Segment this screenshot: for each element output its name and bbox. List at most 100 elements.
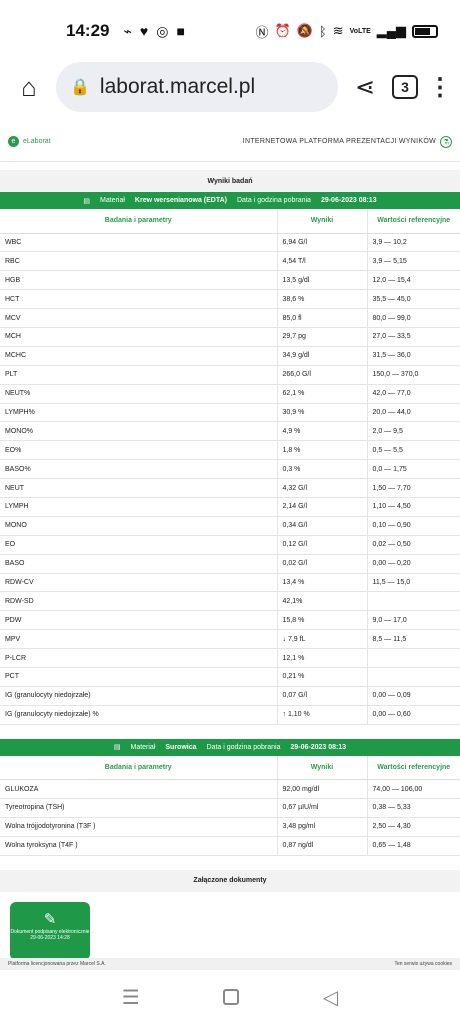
site-logo[interactable]: e eLaborat bbox=[8, 136, 128, 147]
cell-result: 6,94 G/l bbox=[276, 233, 367, 253]
cell-ref: 1,10 — 4,50 bbox=[366, 497, 460, 517]
cell-result: ↑ 1,10 % bbox=[276, 705, 367, 725]
cell-ref: 27,0 — 33,5 bbox=[366, 327, 460, 347]
site-tagline: INTERNETOWA PLATFORMA PREZENTACJI WYNIKÓ… bbox=[242, 138, 436, 145]
table-row: GLUKOZA 92,00 mg/dl 74,00 — 106,00 bbox=[0, 779, 460, 800]
cell-result: 0,87 ng/dl bbox=[276, 836, 367, 856]
date-label: Data i godzina pobrania bbox=[206, 743, 281, 751]
cell-param: MONO% bbox=[0, 421, 277, 442]
table-row: IG (granulocyty niedojrzałe) % ↑ 1,10 % 0,… bbox=[0, 705, 460, 725]
cell-ref: 3,9 — 10,2 bbox=[366, 233, 460, 253]
alarm-icon: ⏰ bbox=[274, 23, 291, 38]
bluetooth-icon: ᛒ bbox=[318, 23, 327, 39]
cell-ref: 9,0 — 17,0 bbox=[366, 610, 460, 631]
android-nav-bar: ☰ ◁ bbox=[0, 970, 460, 1024]
cell-ref: 1,50 — 7,70 bbox=[366, 478, 460, 498]
signed-document-card[interactable]: ✎ Dokument podpisany elektronicznie 29-0… bbox=[10, 901, 90, 960]
clock: 14:29 bbox=[66, 21, 110, 40]
table-row: NEUT% 62,1 % 42,0 — 77,0 bbox=[0, 384, 460, 404]
cell-param: MCHC bbox=[0, 346, 277, 366]
cell-ref: 31,5 — 36,0 bbox=[366, 346, 460, 366]
table-row: MCV 85,0 fl 80,0 — 99,0 bbox=[0, 308, 460, 328]
material-icon: ▤ bbox=[113, 744, 121, 752]
home-icon[interactable]: ⌂ bbox=[12, 70, 46, 104]
cell-result: 62,1 % bbox=[276, 384, 367, 404]
cell-result: 30,9 % bbox=[276, 403, 367, 423]
logo-icon: e bbox=[8, 136, 19, 147]
lock-icon[interactable]: 🔒 bbox=[70, 77, 90, 97]
status-bar: 14:29 ⌁ ♥ ◎ ■ Ⓝ ⏰ 🔕 ᛒ ≋ VoLTE ▂▄▆ bbox=[0, 0, 460, 62]
cell-result: 0,3 % bbox=[276, 459, 367, 480]
browser-toolbar: ⌂ 🔒 laborat.marcel.pl ⋖ 3 ⋮ bbox=[0, 62, 460, 112]
cell-ref bbox=[366, 591, 460, 612]
table-row: Wolna trójjodotyronina (T3F ) 3,48 pg/ml 2… bbox=[0, 817, 460, 837]
home-nav-icon[interactable] bbox=[223, 989, 240, 1005]
cell-param: PCT bbox=[0, 667, 277, 687]
cell-ref: 42,0 — 77,0 bbox=[366, 384, 460, 404]
table-row: HGB 13,5 g/dl 12,0 — 15,4 bbox=[0, 270, 460, 291]
back-icon[interactable]: ◁ bbox=[323, 985, 338, 1010]
cell-ref: 0,00 — 0,60 bbox=[366, 705, 460, 725]
cell-param: EO bbox=[0, 535, 277, 555]
table-row: IG (granulocyty niedojrzałe) 0,07 G/l 0,00… bbox=[0, 686, 460, 706]
cell-result: 0,34 G/l bbox=[276, 516, 367, 536]
cell-result: 0,02 G/l bbox=[276, 554, 367, 574]
share-icon[interactable]: ⋖ bbox=[348, 73, 382, 102]
results-title: Wyniki badań bbox=[0, 170, 460, 192]
cell-param: MCV bbox=[0, 308, 277, 328]
more-menu-icon[interactable]: ⋮ bbox=[428, 73, 452, 102]
cell-result: 2,14 G/l bbox=[276, 497, 367, 517]
cell-result: 13,4 % bbox=[276, 573, 367, 593]
table-row: MONO% 4,9 % 2,0 — 9,5 bbox=[0, 421, 460, 442]
table-row: BASO 0,02 G/l 0,00 — 0,20 bbox=[0, 554, 460, 574]
cell-result: 1,8 % bbox=[276, 440, 367, 461]
table-row: WBC 6,94 G/l 3,9 — 10,2 bbox=[0, 233, 460, 253]
table-row: Tyreotropina (TSH) 0,67 µIU/ml 0,38 — 5,33 bbox=[0, 798, 460, 818]
cell-result: 4,9 % bbox=[276, 421, 367, 442]
table-header: Badania i parametry Wyniki Wartości refe… bbox=[0, 755, 460, 781]
cell-result: 34,9 g/dl bbox=[276, 346, 367, 366]
cell-result: 0,07 G/l bbox=[276, 686, 367, 706]
bag-icon: ■ bbox=[176, 23, 185, 39]
cell-ref: 3,9 — 5,15 bbox=[366, 251, 460, 272]
document-date: 29-06-2023 14:28 bbox=[30, 934, 70, 941]
table-row: P-LCR 12,1 % bbox=[0, 648, 460, 668]
table-row: PCT 0,21 % bbox=[0, 667, 460, 687]
cell-ref: 0,00 — 0,09 bbox=[366, 686, 460, 706]
cell-ref: 0,00 — 0,20 bbox=[366, 554, 460, 574]
cell-param: WBC bbox=[0, 233, 277, 253]
recent-apps-icon[interactable]: ☰ bbox=[122, 985, 140, 1010]
cell-param: HCT bbox=[0, 289, 277, 310]
cell-result: 12,1 % bbox=[276, 648, 367, 668]
address-bar[interactable]: 🔒 laborat.marcel.pl bbox=[56, 62, 338, 112]
material-bar-1: ▤ Materiał Krew wersenianowa (EDTA) Data… bbox=[0, 192, 460, 209]
logo-text: eLaborat bbox=[23, 138, 51, 145]
cell-result: 0,12 G/l bbox=[276, 535, 367, 555]
cell-param: GLUKOZA bbox=[0, 779, 277, 800]
cell-param: MONO bbox=[0, 516, 277, 536]
cell-param: Wolna tyroksyna (T4F ) bbox=[0, 836, 277, 856]
volte-label: VoLTE bbox=[349, 27, 371, 35]
cell-ref: 80,0 — 99,0 bbox=[366, 308, 460, 328]
cell-param: RDW-SD bbox=[0, 591, 277, 612]
tab-count: 3 bbox=[401, 79, 409, 95]
table-row: MCHC 34,9 g/dl 31,5 — 36,0 bbox=[0, 346, 460, 366]
tabs-button[interactable]: 3 bbox=[392, 75, 418, 99]
cell-result: 92,00 mg/dl bbox=[276, 779, 367, 800]
material-bar-2: ▤ Materiał Surowica Data i godzina pobra… bbox=[0, 738, 460, 756]
attached-documents-title: Załączone dokumenty bbox=[0, 869, 460, 892]
cell-ref: 2,50 — 4,30 bbox=[366, 817, 460, 837]
material-value: Surowica bbox=[165, 743, 197, 751]
cell-param: LYMPH% bbox=[0, 403, 277, 423]
notification-icons: ⌁ ♥ ◎ ■ bbox=[123, 23, 255, 40]
cell-ref bbox=[366, 667, 460, 687]
table-row: PDW 15,8 % 9,0 — 17,0 bbox=[0, 610, 460, 631]
cell-param: P-LCR bbox=[0, 648, 277, 668]
document-label: Dokument podpisany elektronicznie bbox=[10, 928, 90, 935]
mute-icon: 🔕 bbox=[296, 23, 313, 38]
footer-cookies[interactable]: Ten serwis używa cookies bbox=[394, 961, 452, 967]
cell-ref: 35,5 — 45,0 bbox=[366, 289, 460, 310]
url-text[interactable]: laborat.marcel.pl bbox=[100, 75, 255, 99]
cell-result: 266,0 G/l bbox=[276, 365, 367, 385]
cell-param: NEUT% bbox=[0, 384, 277, 404]
